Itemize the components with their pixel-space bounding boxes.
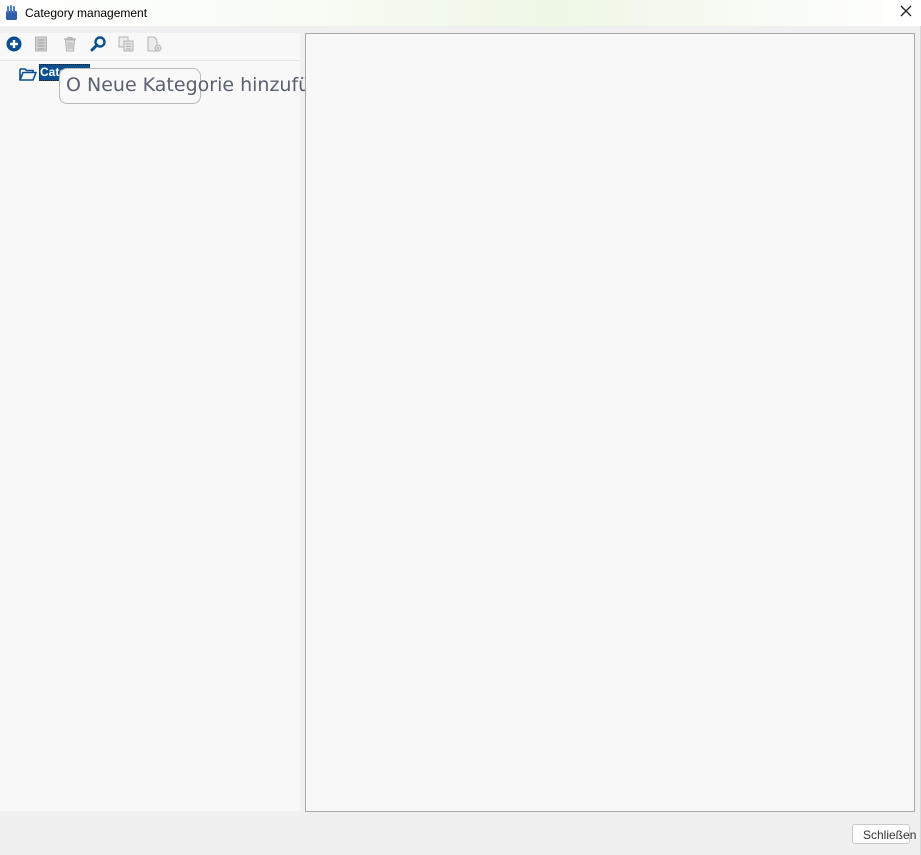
search-button[interactable] xyxy=(88,35,108,57)
tooltip-text: O Neue Kategorie hinzufügen xyxy=(66,74,346,96)
close-dialog-button[interactable]: Schließen xyxy=(852,824,916,844)
title-bar: Category management xyxy=(0,0,921,26)
window-title: Category management xyxy=(25,6,148,20)
toolbar xyxy=(0,33,300,61)
dialog-footer xyxy=(0,812,921,855)
app-hand-icon xyxy=(5,5,18,21)
copy-button[interactable] xyxy=(116,36,136,56)
copy-icon xyxy=(118,36,134,57)
document-settings-icon xyxy=(146,36,162,57)
magnifier-icon xyxy=(90,35,106,57)
delete-button[interactable] xyxy=(60,36,80,56)
tooltip: O Neue Kategorie hinzufügen xyxy=(59,68,346,104)
plus-circle-icon xyxy=(6,36,22,57)
document-list-icon xyxy=(34,36,48,57)
folder-open-icon xyxy=(19,67,37,81)
add-category-button[interactable] xyxy=(4,36,24,56)
trash-icon xyxy=(63,36,77,57)
close-icon xyxy=(900,4,912,22)
properties-button[interactable] xyxy=(144,36,164,56)
edit-button[interactable] xyxy=(31,36,51,56)
window-close-button[interactable] xyxy=(891,0,921,26)
category-details-panel xyxy=(305,33,915,812)
category-tree-panel: Cate O Neue Kategorie hinzufügen xyxy=(0,33,346,811)
